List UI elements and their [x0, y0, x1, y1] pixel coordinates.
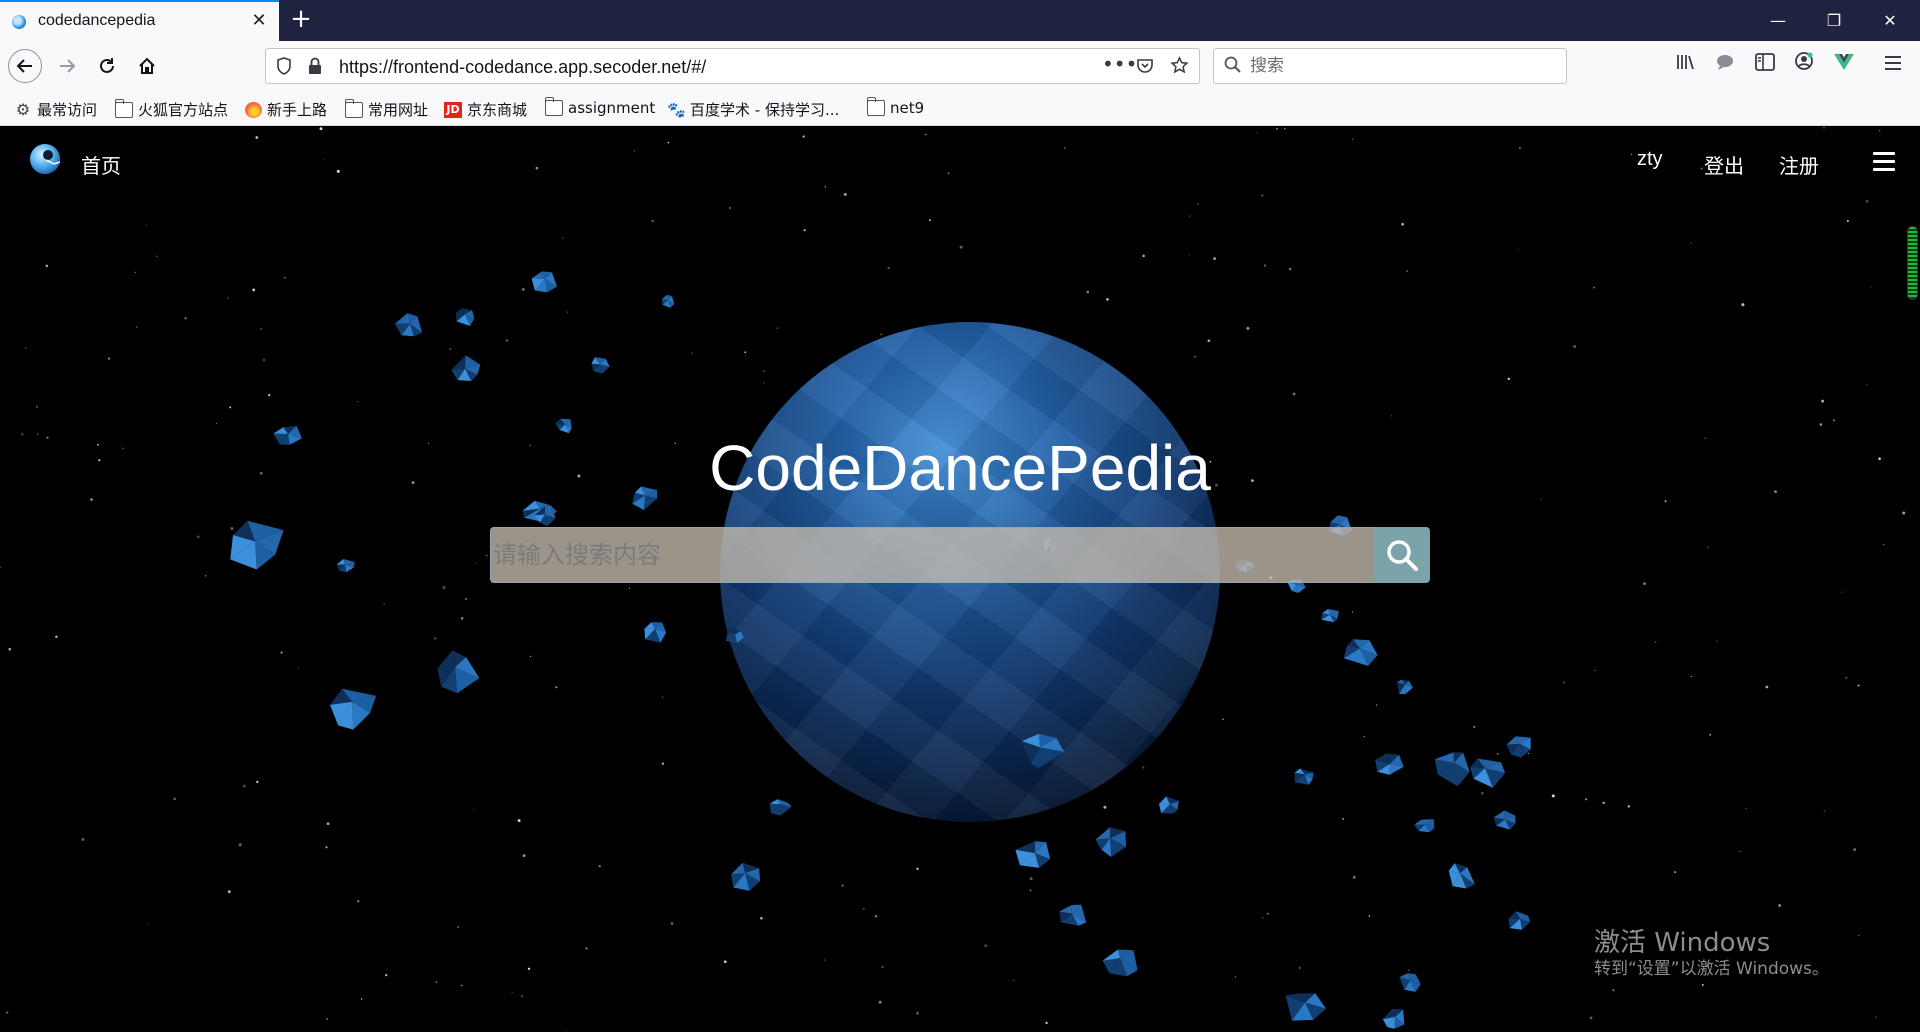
search-bar[interactable] — [1213, 48, 1567, 84]
scroll-indicator[interactable] — [1907, 226, 1918, 300]
forward-button[interactable] — [50, 49, 84, 83]
bookmark-label: 新手上路 — [267, 101, 328, 119]
chat-extension-icon[interactable] — [1710, 51, 1740, 81]
reload-button[interactable] — [90, 49, 124, 83]
home-icon — [139, 57, 155, 74]
tab-strip: codedancepedia ✕ + — ❐ ✕ — [0, 0, 1920, 41]
site-logo-icon[interactable] — [28, 142, 66, 176]
restore-button[interactable]: ❐ — [1806, 0, 1862, 41]
new-tab-button[interactable]: + — [286, 4, 316, 34]
tab-active[interactable]: codedancepedia ✕ — [0, 0, 279, 41]
watermark-subtitle: 转到“设置”以激活 Windows。 — [1594, 959, 1829, 979]
bookmark-folder[interactable]: net9 — [866, 97, 925, 117]
logout-link[interactable]: 登出 — [1704, 150, 1744, 179]
back-button[interactable] — [8, 49, 42, 83]
arrow-right-icon — [60, 59, 76, 73]
minimize-button[interactable]: — — [1750, 0, 1806, 41]
hero-search — [490, 527, 1430, 583]
site-menu-icon[interactable] — [1873, 152, 1895, 172]
firefox-icon — [245, 101, 262, 118]
tab-close-icon[interactable]: ✕ — [248, 10, 270, 32]
lock-icon[interactable] — [308, 55, 322, 80]
bookmark-folder[interactable]: 常用网址 — [344, 98, 429, 120]
site-favicon-icon — [12, 15, 26, 29]
bookmark-item[interactable]: ⚙ 最常访问 — [14, 99, 97, 120]
search-icon — [1387, 540, 1418, 571]
account-icon[interactable] — [1789, 51, 1819, 81]
pocket-icon[interactable] — [1136, 55, 1154, 80]
bookmark-label: 京东商城 — [467, 101, 528, 119]
bookmark-label: assignment — [568, 99, 656, 117]
hero-search-button[interactable] — [1374, 527, 1430, 583]
bookmark-folder[interactable]: 火狐官方站点 — [114, 98, 229, 120]
library-icon[interactable] — [1671, 51, 1701, 81]
address-bar[interactable]: https://frontend-codedance.app.secoder.n… — [265, 48, 1200, 84]
bookmark-label: 火狐官方站点 — [138, 101, 229, 119]
watermark-title: 激活 Windows — [1594, 928, 1771, 958]
folder-icon — [544, 97, 563, 116]
windows-activation-watermark: 激活 Windows 转到“设置”以激活 Windows。 — [1594, 928, 1829, 980]
bookmark-label: 最常访问 — [37, 101, 98, 119]
search-icon — [1224, 56, 1242, 78]
bookmark-item[interactable]: 🐾 百度学术 - 保持学习... — [667, 99, 839, 120]
navigation-toolbar: https://frontend-codedance.app.secoder.n… — [0, 41, 1920, 91]
home-button[interactable] — [130, 49, 164, 83]
gear-icon: ⚙ — [15, 99, 31, 119]
bookmark-star-icon[interactable] — [1170, 55, 1189, 80]
folder-icon — [866, 97, 885, 116]
folder-icon — [114, 98, 133, 118]
url-text[interactable]: https://frontend-codedance.app.secoder.n… — [339, 57, 706, 78]
bookmark-folder[interactable]: assignment — [544, 97, 656, 117]
reload-icon — [100, 58, 114, 73]
tab-title: codedancepedia — [38, 12, 156, 29]
bookmarks-toolbar: ⚙ 最常访问 火狐官方站点 新手上路 常用网址 JD 京东商城 assignme… — [0, 91, 1920, 126]
arrow-left-icon — [16, 59, 32, 73]
hamburger-menu-icon[interactable] — [1878, 51, 1908, 81]
user-name-link[interactable]: zty — [1637, 148, 1663, 171]
home-nav-link[interactable]: 首页 — [81, 150, 121, 179]
bookmark-item[interactable]: JD 京东商城 — [444, 99, 527, 120]
vue-devtools-icon[interactable] — [1829, 51, 1859, 81]
sidebar-toggle-icon[interactable] — [1750, 51, 1780, 81]
window-close-button[interactable]: ✕ — [1862, 0, 1918, 41]
bookmark-label: 常用网址 — [368, 101, 429, 119]
jd-icon: JD — [444, 101, 462, 118]
page-viewport: 首页 zty 登出 注册 CodeDancePedia 激活 Windows 转… — [0, 126, 1920, 1032]
register-link[interactable]: 注册 — [1779, 150, 1819, 179]
browser-search-input[interactable] — [1250, 56, 1550, 76]
site-header: 首页 zty 登出 注册 — [0, 126, 1920, 196]
tracking-shield-icon[interactable] — [276, 55, 292, 80]
baidu-paw-icon: 🐾 — [667, 100, 686, 119]
page-actions-icon[interactable]: ••• — [1102, 52, 1137, 76]
bookmark-label: net9 — [890, 99, 925, 117]
hero-search-input[interactable] — [490, 527, 1374, 583]
bookmark-item[interactable]: 新手上路 — [245, 99, 327, 120]
bookmark-label: 百度学术 - 保持学习... — [690, 101, 840, 119]
hero-title: CodeDancePedia — [709, 432, 1211, 504]
folder-icon — [344, 98, 363, 118]
